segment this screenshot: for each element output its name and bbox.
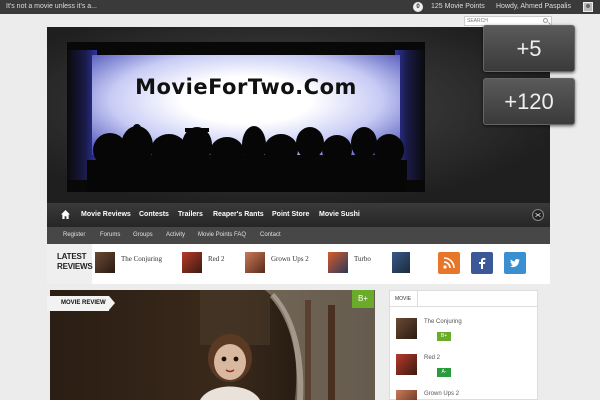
latest-label-line2: REVIEWS	[57, 262, 93, 271]
site-header: MovieForTwo.Com	[47, 27, 550, 203]
sub-nav: Register Forums Groups Activity Movie Po…	[47, 227, 550, 244]
latest-review-title[interactable]: Turbo	[354, 255, 371, 263]
movie-points-link[interactable]: 125 Movie Points	[431, 3, 485, 10]
twitter-icon	[509, 257, 521, 269]
audience-silhouette-icon	[87, 124, 407, 192]
movie-poster-thumb[interactable]	[396, 318, 417, 339]
sidebar-review-item[interactable]: Red 2 A-	[390, 352, 537, 384]
twitter-button[interactable]	[504, 252, 526, 274]
nav-point-store[interactable]: Point Store	[272, 211, 309, 218]
movie-poster-thumb[interactable]	[182, 252, 202, 273]
grade-badge: A-	[437, 368, 451, 377]
latest-reviews-bar: LATEST REVIEWS The Conjuring Red 2 Grown…	[47, 244, 550, 284]
facebook-icon	[476, 257, 488, 269]
sidebar-review-title[interactable]: The Conjuring	[424, 319, 462, 325]
points-promo-box[interactable]: +120	[483, 78, 575, 125]
sidebar-review-item[interactable]: Grown Ups 2	[390, 388, 537, 400]
main-nav: Movie Reviews Contests Trailers Reaper's…	[47, 203, 550, 227]
sidebar-review-item[interactable]: The Conjuring B+	[390, 316, 537, 348]
subnav-contact[interactable]: Contact	[260, 232, 281, 238]
movie-poster-thumb[interactable]	[95, 252, 115, 273]
admin-bar: It's not a movie unless it's a... 0 125 …	[0, 0, 600, 14]
movie-poster-thumb[interactable]	[392, 252, 410, 273]
subnav-groups[interactable]: Groups	[133, 232, 153, 238]
latest-review-title[interactable]: Grown Ups 2	[271, 255, 309, 263]
latest-review-item[interactable]	[392, 252, 410, 274]
latest-label-line1: LATEST	[57, 252, 87, 261]
shuffle-icon[interactable]	[532, 209, 544, 221]
movie-poster-thumb[interactable]	[245, 252, 265, 273]
movie-poster-thumb[interactable]	[396, 354, 417, 375]
search-icon[interactable]	[543, 18, 548, 23]
points-badge[interactable]: 0	[413, 2, 423, 12]
nav-movie-reviews[interactable]: Movie Reviews	[81, 211, 131, 218]
sidebar-reviews-widget: MOVIE The Conjuring B+ Red 2 A- Grown Up…	[389, 290, 538, 400]
subnav-activity[interactable]: Activity	[166, 232, 185, 238]
subnav-forums[interactable]: Forums	[100, 232, 120, 238]
logo-banner[interactable]: MovieForTwo.Com	[67, 42, 425, 192]
avatar[interactable]	[583, 2, 593, 12]
nav-contests[interactable]: Contests	[139, 211, 169, 218]
latest-reviews-label: LATEST REVIEWS	[47, 244, 93, 284]
subnav-movie-points-faq[interactable]: Movie Points FAQ	[198, 232, 246, 238]
sidebar-tabs: MOVIE	[390, 291, 537, 307]
movie-poster-thumb[interactable]	[328, 252, 348, 273]
facebook-button[interactable]	[471, 252, 493, 274]
nav-reapers-rants[interactable]: Reaper's Rants	[213, 211, 264, 218]
movie-review-category-label[interactable]: MOVIE REVIEW	[47, 296, 115, 311]
sidebar-review-title[interactable]: Red 2	[424, 355, 440, 361]
nav-movie-sushi[interactable]: Movie Sushi	[319, 211, 360, 218]
feature-grade-badge: B+	[352, 290, 374, 308]
site-tagline-link[interactable]: It's not a movie unless it's a...	[6, 3, 97, 10]
rss-icon	[443, 257, 455, 269]
latest-review-title[interactable]: The Conjuring	[121, 255, 162, 263]
latest-review-title[interactable]: Red 2	[208, 255, 225, 263]
nav-trailers[interactable]: Trailers	[178, 211, 203, 218]
grade-badge: B+	[437, 332, 451, 341]
movie-poster-thumb[interactable]	[396, 390, 417, 400]
points-promo-box[interactable]: +5	[483, 25, 575, 72]
account-greeting[interactable]: Howdy, Ahmed Paspalis	[496, 3, 571, 10]
sidebar-review-title[interactable]: Grown Ups 2	[424, 391, 459, 397]
search-input[interactable]	[467, 17, 537, 25]
home-icon[interactable]	[61, 210, 70, 219]
tab-movie[interactable]: MOVIE	[390, 291, 418, 307]
rss-button[interactable]	[438, 252, 460, 274]
subnav-register[interactable]: Register	[63, 232, 85, 238]
